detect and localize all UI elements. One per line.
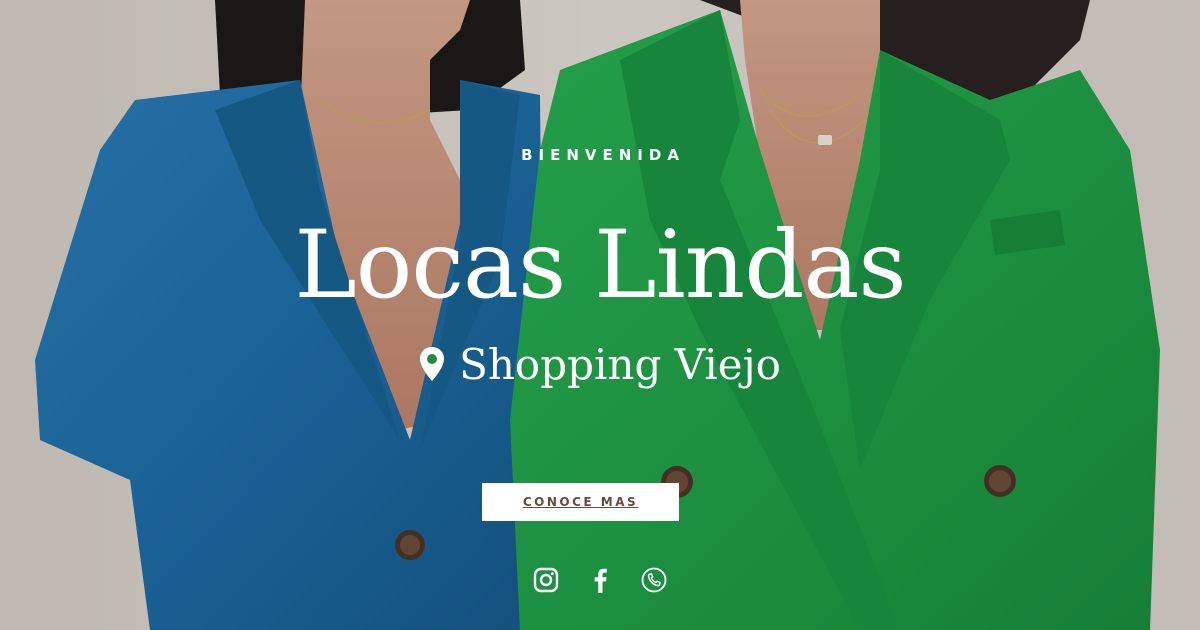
hero-section: BIENVENIDA Locas Lindas Shopping Viejo C… xyxy=(0,0,1200,630)
location-line: Shopping Viejo xyxy=(0,334,1200,394)
social-links xyxy=(0,566,1200,594)
location-label: Shopping Viejo xyxy=(459,339,781,389)
hero-content: BIENVENIDA Locas Lindas Shopping Viejo C… xyxy=(0,0,1200,630)
map-pin-icon xyxy=(419,346,445,382)
phone-icon[interactable] xyxy=(640,566,668,594)
conoce-mas-button[interactable]: CONOCE MAS xyxy=(482,483,679,521)
instagram-icon[interactable] xyxy=(532,566,560,594)
facebook-icon[interactable] xyxy=(586,566,614,594)
brand-title: Locas Lindas xyxy=(294,211,906,320)
welcome-eyebrow: BIENVENIDA xyxy=(521,146,685,164)
